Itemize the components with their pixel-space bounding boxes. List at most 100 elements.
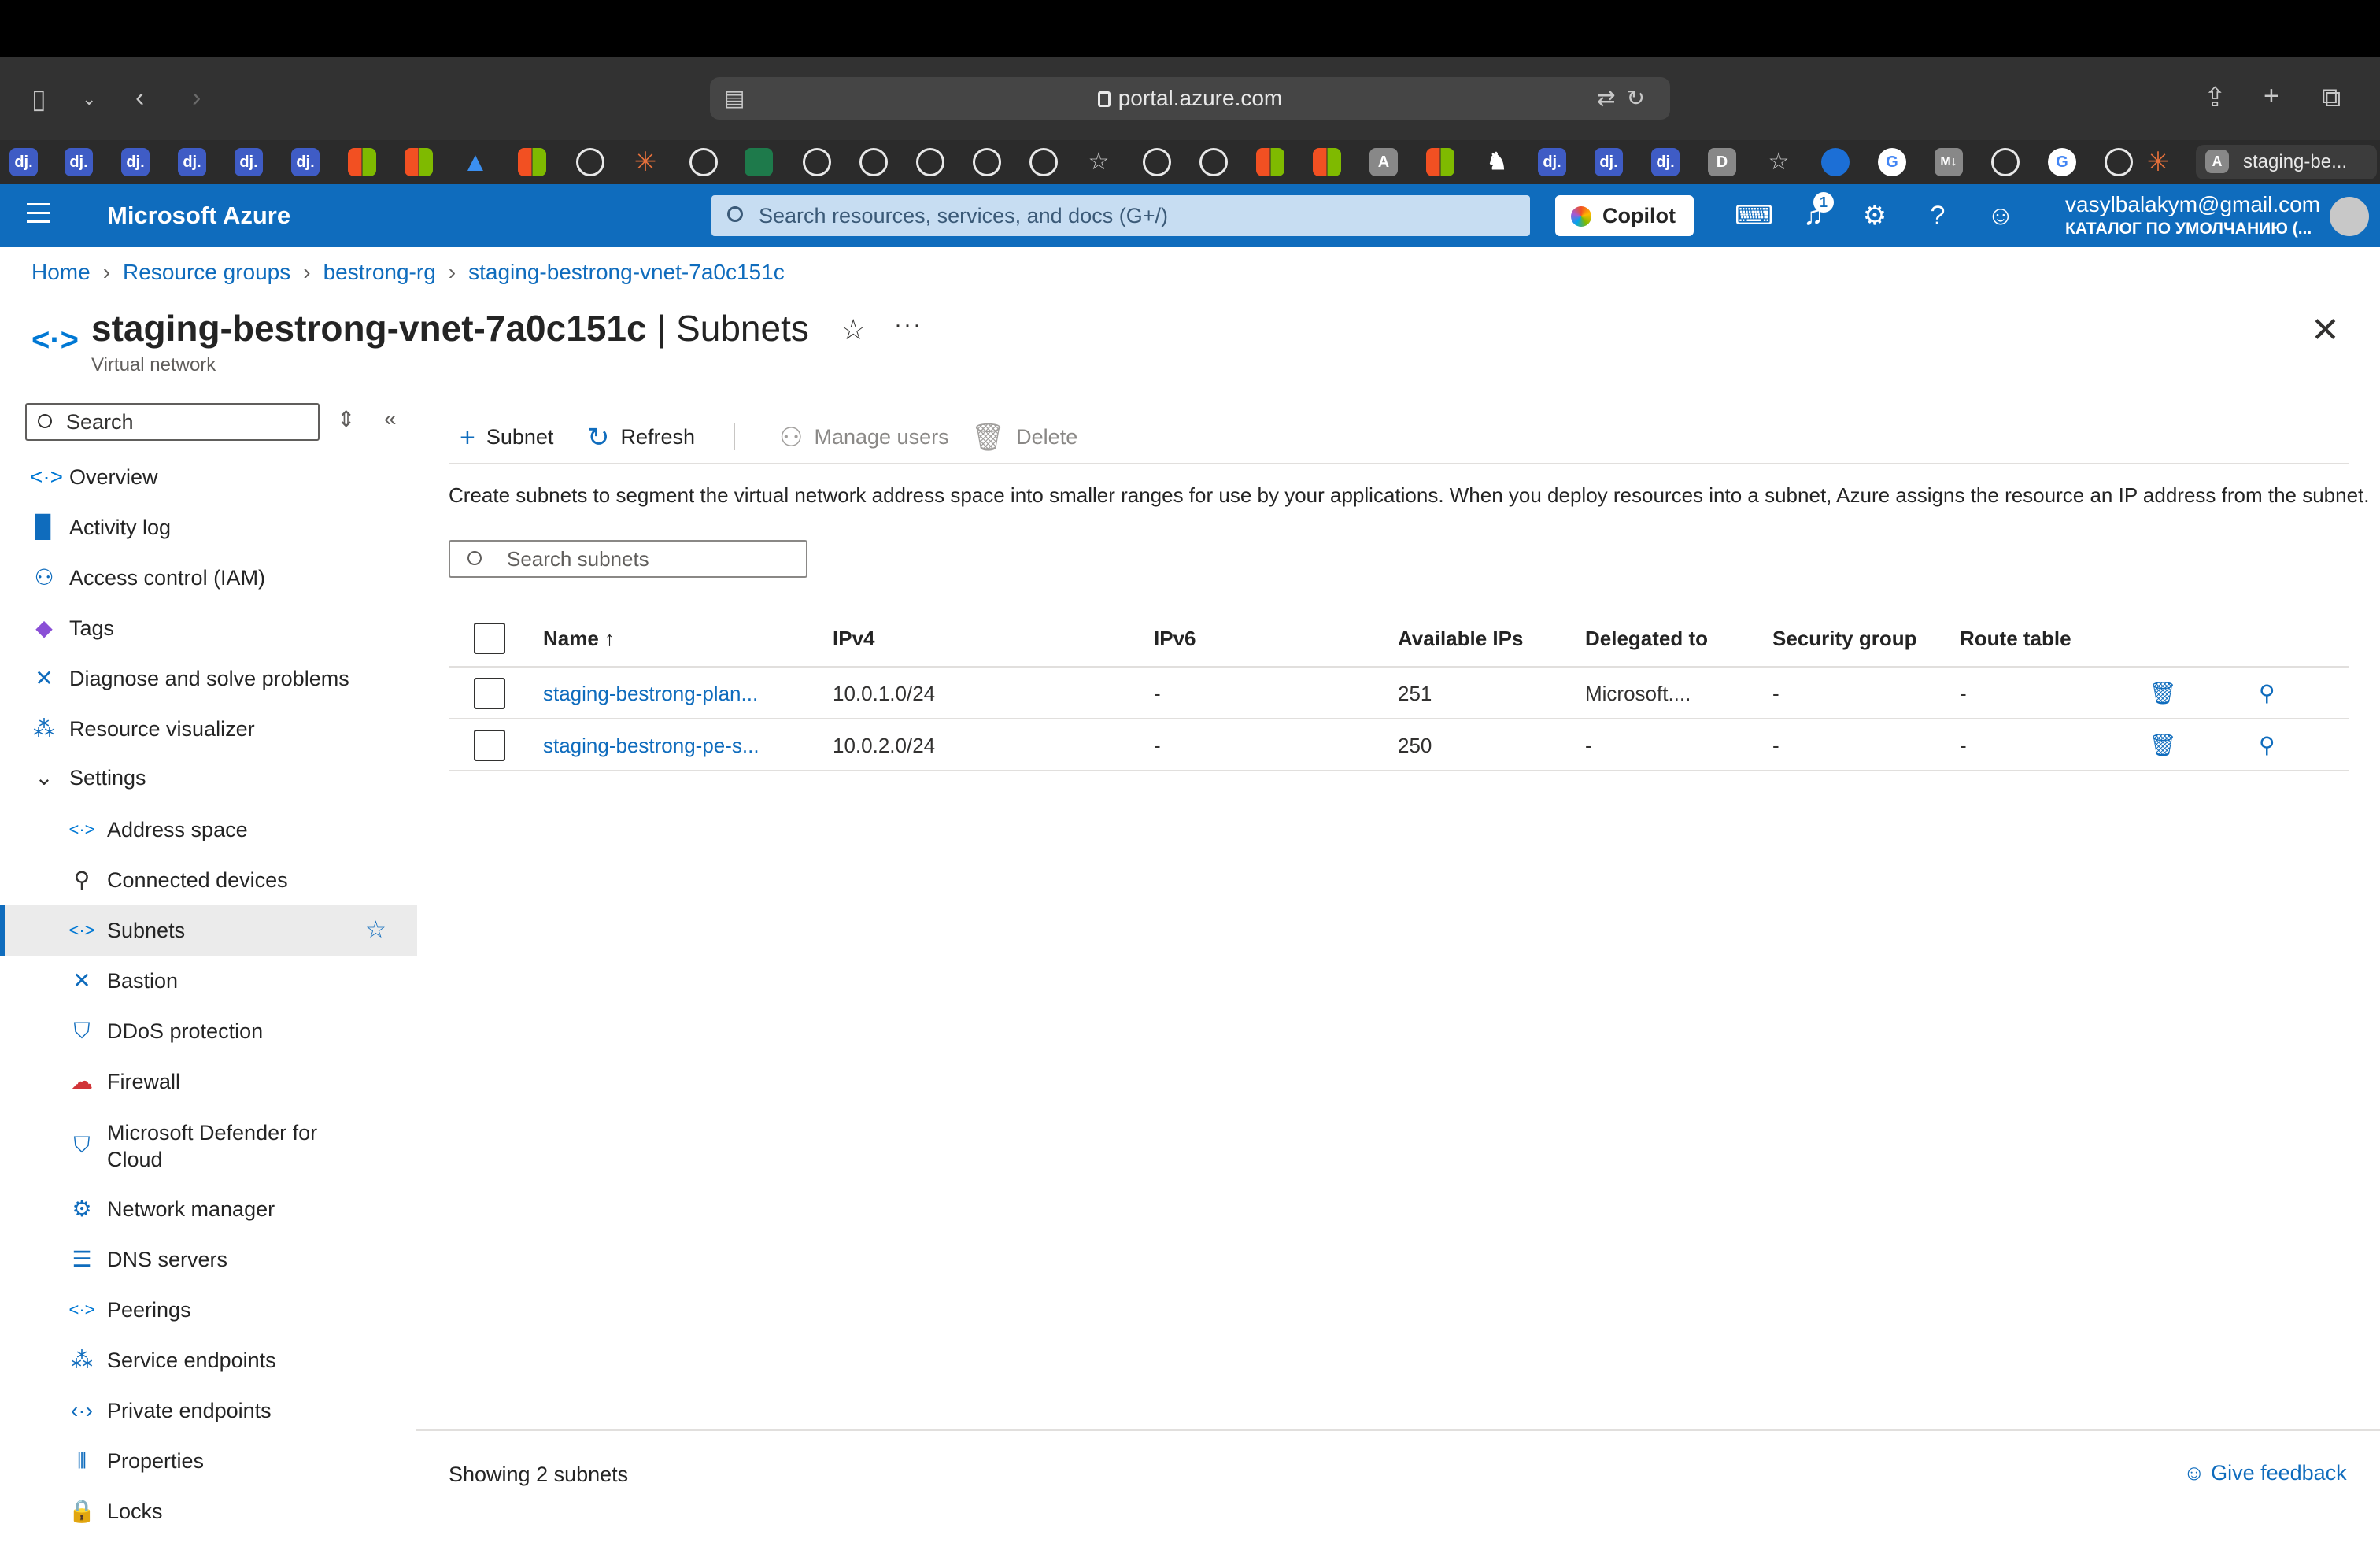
table-row[interactable]: staging-bestrong-pe-s... 10.0.2.0/24 - 2… [449,719,2349,771]
column-header-ipv4[interactable]: IPv4 [833,609,875,668]
bookmark-dj-icon[interactable]: dj. [121,148,150,176]
subnet-name-link[interactable]: staging-bestrong-pe-s... [543,719,759,771]
sidebar-item-overview[interactable]: <·> Overview [0,452,417,502]
close-icon[interactable]: ✕ [2311,310,2340,350]
bookmark-microsoft-icon[interactable] [1426,148,1454,176]
collapse-sidebar-icon[interactable]: « [384,406,397,431]
row-checkbox[interactable] [474,678,505,709]
column-header-security-group[interactable]: Security group [1772,609,1916,668]
bookmark-github-icon[interactable] [1991,148,2020,176]
sidebar-item-bastion[interactable]: ✕ Bastion [0,956,417,1006]
bookmark-markdown-icon[interactable]: M↓ [1935,148,1963,176]
share-icon[interactable]: ⇪ [2204,82,2227,113]
add-subnet-button[interactable]: + Subnet [460,417,553,457]
bookmark-dj-icon[interactable]: dj. [235,148,263,176]
forward-icon[interactable]: › [192,82,201,113]
settings-gear-icon[interactable]: ⚙ [1859,200,1890,231]
favorite-star-icon[interactable]: ☆ [841,313,866,346]
bookmark-dj-icon[interactable]: dj. [1538,148,1566,176]
sidebar-item-service-endpoints[interactable]: ⁂ Service endpoints [0,1335,417,1385]
bookmark-google-icon[interactable]: G [2048,148,2076,176]
sidebar-item-iam[interactable]: ⚇ Access control (IAM) [0,553,417,603]
tabs-overview-icon[interactable]: ⧉ [2322,82,2341,113]
bookmark-chess-icon[interactable]: ♞ [1483,148,1511,176]
sidebar-toggle-icon[interactable]: ▯ [31,83,46,115]
sidebar-item-activity-log[interactable]: ▉ Activity log [0,502,417,553]
bookmark-github-icon[interactable] [859,148,888,176]
sidebar-item-locks[interactable]: 🔒 Locks [0,1486,417,1537]
chevron-down-icon[interactable]: ⌄ [82,83,96,115]
bookmark-azure-icon[interactable]: ▲ [461,148,490,176]
bookmark-github-icon[interactable] [2105,148,2133,176]
table-row[interactable]: staging-bestrong-plan... 10.0.1.0/24 - 2… [449,668,2349,719]
sidebar-item-ddos[interactable]: ⛉ DDoS protection [0,1006,417,1056]
account-menu[interactable]: vasylbalakym@gmail.com КАТАЛОГ ПО УМОЛЧА… [2065,192,2320,241]
expand-collapse-icon[interactable]: ⇕ [337,406,355,432]
translate-reload-icons[interactable]: ⇄↻ [1597,77,1656,120]
refresh-button[interactable]: ↻ Refresh [587,417,695,457]
breadcrumb-resource-group[interactable]: bestrong-rg [323,260,436,284]
subnet-name-link[interactable]: staging-bestrong-plan... [543,668,758,719]
bookmark-microsoft-icon[interactable] [518,148,546,176]
sidebar-item-connected-devices[interactable]: ⚲ Connected devices [0,855,417,905]
sidebar-search-input[interactable]: Search [25,403,320,441]
manage-users-button[interactable]: ⚇ Manage users [779,417,949,457]
more-options-icon[interactable]: ··· [894,312,922,338]
sidebar-item-tags[interactable]: ◆ Tags [0,603,417,653]
breadcrumb-home[interactable]: Home [31,260,91,284]
bookmark-a-icon[interactable]: A [1369,148,1398,176]
subnet-search-input[interactable]: Search subnets [449,540,808,578]
bookmark-dj-icon[interactable]: dj. [65,148,93,176]
pin-icon[interactable]: ⚲ [2259,668,2275,719]
bookmark-github-icon[interactable] [1143,148,1171,176]
new-tab-icon[interactable]: + [2264,80,2279,112]
bookmark-forms-icon[interactable] [745,148,773,176]
bookmark-dj-icon[interactable]: dj. [291,148,320,176]
bookmark-github-icon[interactable] [689,148,718,176]
breadcrumb-resource-groups[interactable]: Resource groups [123,260,290,284]
sidebar-item-resource-visualizer[interactable]: ⁂ Resource visualizer [0,704,417,754]
column-header-route-table[interactable]: Route table [1960,609,2071,668]
sidebar-item-defender[interactable]: ⛉ Microsoft Defender for Cloud [0,1108,417,1184]
pin-icon[interactable]: ⚲ [2259,719,2275,771]
bookmark-star-icon[interactable]: ☆ [1765,148,1793,176]
feedback-icon[interactable]: ☺ [1985,200,2016,231]
trash-icon[interactable]: 🗑 [2149,719,2177,771]
bookmark-github-icon[interactable] [1199,148,1228,176]
sidebar-item-network-manager[interactable]: ⚙ Network manager [0,1184,417,1234]
bookmark-c-icon[interactable] [1821,148,1850,176]
sidebar-item-private-endpoints[interactable]: ‹·› Private endpoints [0,1385,417,1436]
favorite-star-icon[interactable]: ☆ [365,905,386,956]
give-feedback-link[interactable]: ☺ Give feedback [2183,1461,2347,1485]
address-bar[interactable]: ▤ portal.azure.com ⇄↻ [710,77,1670,120]
bookmark-github-icon[interactable] [916,148,944,176]
bookmark-github-icon[interactable] [973,148,1001,176]
bookmark-microsoft-icon[interactable] [1313,148,1341,176]
help-icon[interactable]: ? [1922,200,1953,231]
sidebar-item-peerings[interactable]: <·> Peerings [0,1285,417,1335]
bookmark-google-icon[interactable]: G [1878,148,1906,176]
sidebar-item-diagnose[interactable]: ✕ Diagnose and solve problems [0,653,417,704]
bookmark-github-icon[interactable] [803,148,831,176]
bookmark-microsoft-icon[interactable] [348,148,376,176]
bookmark-dj-icon[interactable]: dj. [1595,148,1623,176]
sidebar-group-settings[interactable]: ⌄ Settings [0,753,417,803]
select-all-checkbox[interactable] [474,623,505,654]
breadcrumb-vnet[interactable]: staging-bestrong-vnet-7a0c151c [468,260,785,284]
column-header-name[interactable]: Name ↑ [543,609,615,668]
column-header-ipv6[interactable]: IPv6 [1154,609,1196,668]
bookmark-github-icon[interactable] [1029,148,1058,176]
bookmark-microsoft-icon[interactable] [1256,148,1284,176]
column-header-delegated-to[interactable]: Delegated to [1585,609,1708,668]
bookmark-dj-icon[interactable]: dj. [9,148,38,176]
bookmark-microsoft-icon[interactable] [405,148,433,176]
cloud-shell-icon[interactable]: ⌨ [1735,200,1773,231]
global-search-input[interactable]: Search resources, services, and docs (G+… [711,195,1530,236]
sidebar-item-address-space[interactable]: <·> Address space [0,804,417,855]
bookmark-claude-icon[interactable]: ✳ [631,148,660,176]
sidebar-item-subnets[interactable]: <·> Subnets ☆ [0,905,417,956]
sidebar-item-firewall[interactable]: ☁ Firewall [0,1056,417,1107]
back-icon[interactable]: ‹ [135,82,144,113]
trash-icon[interactable]: 🗑 [2149,668,2177,719]
bookmark-openai-icon[interactable] [576,148,604,176]
